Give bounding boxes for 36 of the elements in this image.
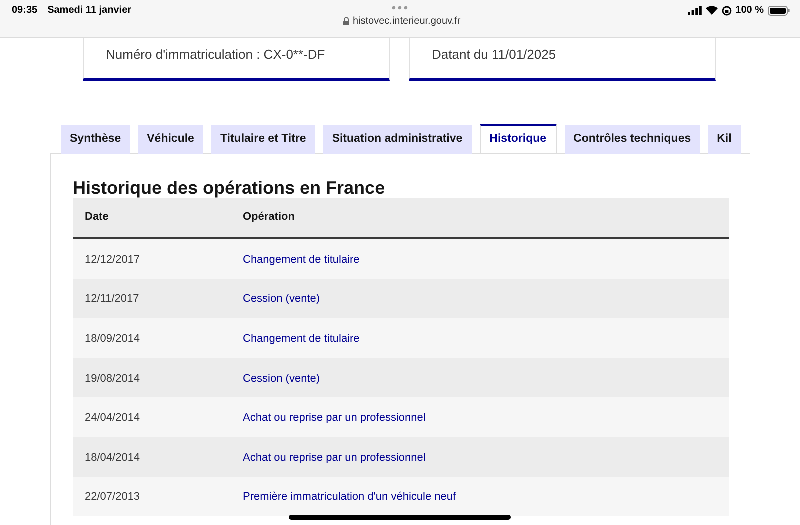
tab[interactable]: Contrôles techniques bbox=[564, 125, 700, 154]
date-cell: 12/11/2017 bbox=[85, 293, 140, 306]
column-header: Date bbox=[84, 210, 110, 226]
operation-link[interactable]: Achat ou reprise par un professionnel bbox=[243, 412, 426, 424]
wifi-icon bbox=[706, 6, 718, 15]
status-date: Samedi 11 janvier bbox=[48, 4, 132, 18]
tab[interactable]: Situation administrative bbox=[323, 125, 472, 154]
lock-rotation-icon bbox=[722, 6, 732, 16]
date-cell: 22/07/2013 bbox=[85, 491, 140, 504]
date-cell: 19/08/2014 bbox=[85, 372, 140, 385]
date-cell: 18/04/2014 bbox=[85, 452, 140, 464]
battery-percent: 100 % bbox=[736, 4, 764, 18]
lock-icon bbox=[343, 17, 350, 26]
tab[interactable]: Titulaire et Titre bbox=[211, 125, 316, 154]
date-cell: 12/12/2017 bbox=[85, 254, 140, 266]
url-text[interactable]: histovec.interieur.gouv.fr bbox=[353, 14, 461, 29]
section-title: Historique des opérations en France bbox=[73, 177, 386, 200]
column-header: Opération bbox=[243, 210, 296, 226]
card-text: Numéro d'immatriculation : CX-0**-DF bbox=[106, 47, 326, 62]
date-cell: 18/09/2014 bbox=[85, 332, 140, 345]
operation-link[interactable]: Changement de titulaire bbox=[243, 254, 360, 266]
tab[interactable]: Synthèse bbox=[61, 125, 130, 154]
battery-icon bbox=[768, 6, 790, 16]
status-time: 09:35 bbox=[12, 4, 38, 18]
more-icon[interactable] bbox=[392, 6, 408, 10]
card-text: Datant du 11/01/2025 bbox=[432, 47, 556, 62]
tab[interactable]: Kil bbox=[708, 125, 741, 154]
operation-link[interactable]: Cession (vente) bbox=[243, 372, 320, 385]
tab[interactable]: Véhicule bbox=[138, 125, 204, 154]
operation-link[interactable]: Cession (vente) bbox=[243, 293, 320, 306]
date-cell: 24/04/2014 bbox=[85, 412, 140, 424]
operation-link[interactable]: Première immatriculation d'un véhicule neuf bbox=[243, 491, 456, 504]
operation-link[interactable]: Achat ou reprise par un professionnel bbox=[243, 452, 426, 464]
signal-icon bbox=[688, 6, 702, 15]
operation-link[interactable]: Changement de titulaire bbox=[243, 332, 360, 345]
tab[interactable]: Historique bbox=[480, 124, 557, 153]
